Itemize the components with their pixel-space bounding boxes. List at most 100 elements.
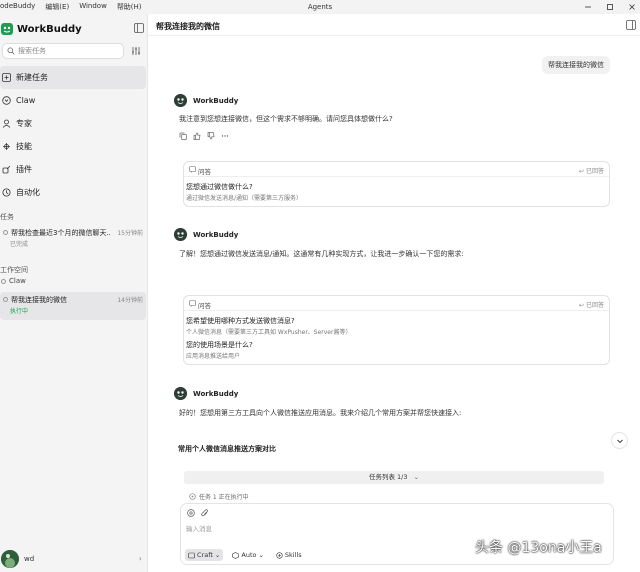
qa-icon <box>189 300 196 307</box>
workspace-section-label: 工作空间 <box>0 266 28 274</box>
side-panel-icon[interactable] <box>626 20 636 30</box>
skills-icon <box>3 143 10 150</box>
expert-icon <box>2 119 11 128</box>
workbuddy-logo-icon <box>1 23 13 35</box>
automation-icon <box>2 188 11 197</box>
skills-icon <box>276 551 283 559</box>
more-icon[interactable] <box>221 132 229 140</box>
composer-toolbar: Craft ⌄ Auto ⌄ Skills <box>185 549 305 561</box>
message-header: WorkBuddy <box>174 387 238 400</box>
attachment-icon[interactable] <box>201 509 209 517</box>
task-title: 帮我检查最近3个月的微信聊天... <box>11 229 111 237</box>
qa-question: 您想通过微信做什么? <box>186 183 253 191</box>
search-icon <box>7 47 15 55</box>
minimize-icon[interactable] <box>584 3 592 11</box>
qa-card: 问答 ↩ 已回答 您希望使用哪种方式发送微信消息? 个人微信消息（需要第三方工具… <box>183 295 610 365</box>
bot-name: WorkBuddy <box>193 230 239 239</box>
task-list-label: 任务列表 1/3 <box>368 473 408 481</box>
workspace-item-label: Claw <box>9 277 26 285</box>
menu-help[interactable]: 帮助(H) <box>117 2 142 12</box>
sidebar-item-label: 插件 <box>16 165 32 174</box>
progress-icon <box>189 493 196 500</box>
filter-icon[interactable] <box>131 46 141 56</box>
task-list-toggle[interactable]: 任务列表 1/3 ⌄ <box>184 471 604 484</box>
tasks-section-label: 任务 <box>0 213 14 221</box>
qa-icon <box>189 166 196 173</box>
section-title: 常用个人微信消息推送方案对比 <box>178 445 276 453</box>
brand: WorkBuddy <box>0 18 148 40</box>
menu-window[interactable]: Window <box>79 2 107 12</box>
bot-avatar <box>174 94 187 107</box>
bot-message-text: 好的！您想用第三方工具向个人微信推送应用消息。我来介绍几个常用方案并帮您快速接入… <box>179 409 462 417</box>
sidebar-item-new-task[interactable]: 新建任务 <box>0 66 146 89</box>
chevron-down-icon: ⌄ <box>413 473 420 481</box>
qa-card-header: 问答 ↩ 已回答 <box>184 296 609 311</box>
thumbs-down-icon[interactable] <box>207 132 215 140</box>
bot-name: WorkBuddy <box>193 96 239 105</box>
new-task-icon <box>2 73 11 82</box>
search-box <box>2 43 124 59</box>
bot-name: WorkBuddy <box>193 389 239 398</box>
qa-question: 您希望使用哪种方式发送微信消息? <box>186 317 295 325</box>
search-input[interactable] <box>18 47 118 55</box>
workbuddy-avatar-icon <box>174 228 187 241</box>
bot-message-text: 我注意到您想连接微信，但这个需求不够明确。请问您具体想做什么? <box>179 115 393 123</box>
mention-icon[interactable] <box>187 509 195 517</box>
maximize-icon[interactable] <box>606 3 614 11</box>
task-status: 已完成 <box>10 241 29 248</box>
task-title: 帮我连接我的微信 <box>11 296 67 304</box>
close-icon[interactable] <box>628 3 636 11</box>
task-progress-text: 任务 1 正在执行中 <box>199 494 249 501</box>
page-title: 帮我连接我的微信 <box>156 22 220 31</box>
user-name: wd <box>24 555 35 563</box>
bot-message-text: 了解！您想通过微信发送消息/通知。这通常有几种实现方式，让我进一步确认一下您的需… <box>179 250 464 258</box>
qa-answered-status: ↩ 已回答 <box>579 302 604 309</box>
craft-icon <box>188 552 195 558</box>
thumbs-up-icon[interactable] <box>193 132 201 140</box>
qa-answer: 个人微信消息（需要第三方工具如 WxPusher、Server酱等） <box>186 329 352 336</box>
auto-model-button[interactable]: Auto ⌄ <box>229 549 267 561</box>
workspace-item[interactable]: Claw <box>0 277 26 285</box>
menu-app[interactable]: odeBuddy <box>0 2 35 12</box>
sidebar-item-label: 专家 <box>16 119 32 128</box>
menu-edit[interactable]: 编辑(E) <box>45 2 69 12</box>
avatar-image-icon <box>1 550 19 568</box>
chevron-down-icon: ⌄ <box>258 551 264 559</box>
workbuddy-avatar-icon <box>174 387 187 400</box>
sidebar-nav: 新建任务 Claw 专家 技能 插件 自动化 <box>0 66 148 204</box>
sidebar-item-plugins[interactable]: 插件 <box>0 158 146 181</box>
bot-avatar <box>174 387 187 400</box>
plugin-icon <box>2 165 11 174</box>
qa-card-header: 问答 ↩ 已回答 <box>184 162 609 177</box>
sidebar-item-automation[interactable]: 自动化 <box>0 181 146 204</box>
task-status-icon <box>3 297 8 302</box>
message-actions <box>179 132 229 140</box>
chevron-down-icon <box>616 439 623 443</box>
user-profile[interactable]: wd › <box>0 550 148 568</box>
workbuddy-avatar-icon <box>174 94 187 107</box>
sidebar-toggle-icon[interactable] <box>134 23 144 33</box>
task-time: 14分钟前 <box>117 297 143 304</box>
qa-answered-status: ↩ 已回答 <box>579 168 604 175</box>
user-message-bubble: 帮我连接我的微信 <box>542 56 610 74</box>
sidebar-item-skills[interactable]: 技能 <box>0 135 146 158</box>
chat-header: 帮我连接我的微信 <box>148 14 640 36</box>
qa-answer: 通过微信发送消息/通知（需要第三方服务） <box>186 195 303 202</box>
task-item[interactable]: 帮我检查最近3个月的微信聊天... 15分钟前 已完成 <box>0 225 146 251</box>
sidebar-item-expert[interactable]: 专家 <box>0 112 146 135</box>
sidebar-item-claw[interactable]: Claw <box>0 89 146 112</box>
menu-bar: odeBuddy 编辑(E) Window 帮助(H) <box>0 2 142 12</box>
avatar <box>1 550 19 568</box>
claw-icon <box>2 96 11 105</box>
sidebar-item-label: Claw <box>16 96 36 105</box>
copy-icon[interactable] <box>179 132 187 140</box>
task-item-active[interactable]: 帮我连接我的微信 14分钟前 执行中 <box>0 292 146 320</box>
sidebar-item-label: 新建任务 <box>16 73 48 82</box>
message-input[interactable] <box>186 525 586 533</box>
message-header: WorkBuddy <box>174 228 238 241</box>
qa-label: 问答 <box>198 302 211 310</box>
scroll-down-button[interactable] <box>611 432 628 449</box>
skills-button[interactable]: Skills <box>273 549 305 561</box>
craft-mode-button[interactable]: Craft ⌄ <box>185 549 224 561</box>
workspace-icon <box>1 278 6 284</box>
